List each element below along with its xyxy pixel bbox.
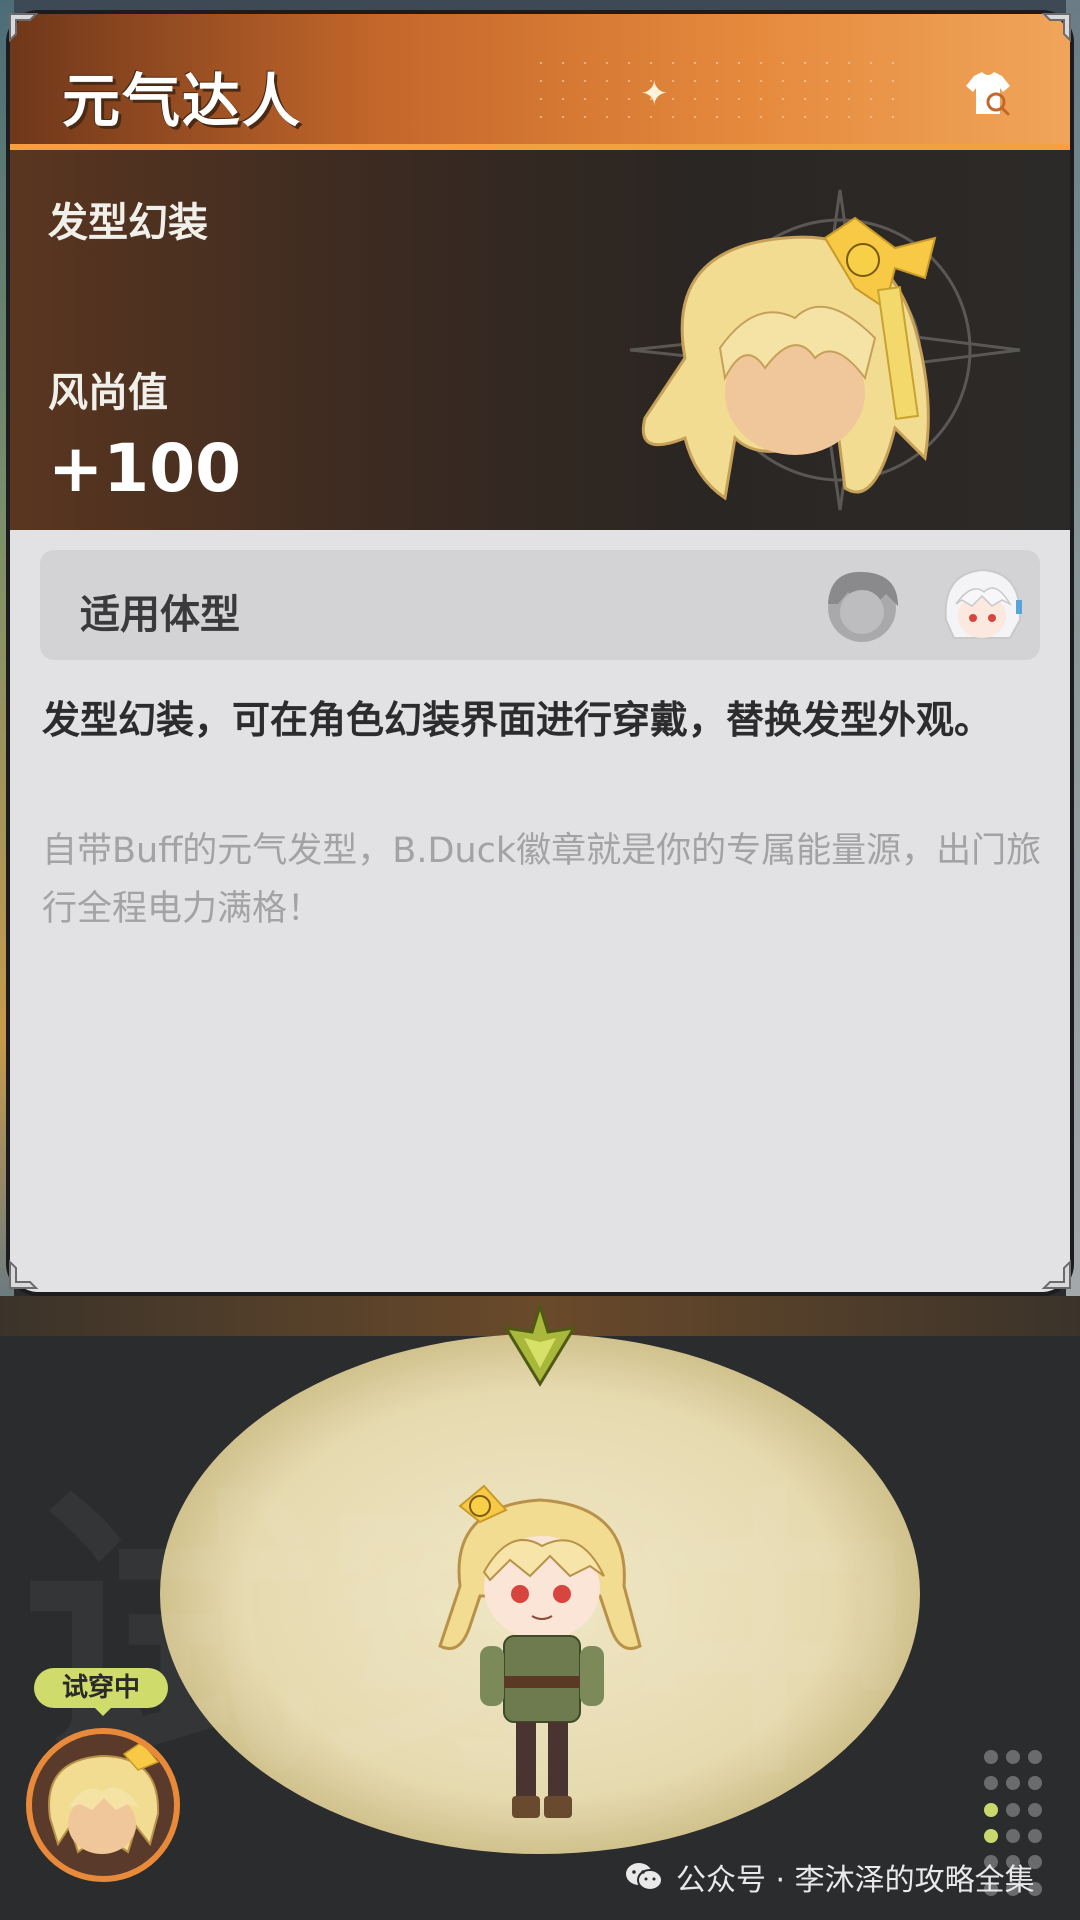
trying-on-badge: 试穿中 <box>34 1668 168 1708</box>
body-type-label: 适用体型 <box>80 592 240 638</box>
frame-corner-icon <box>9 13 39 43</box>
try-on-stage: 试穿中 试穿中 <box>0 1296 1080 1920</box>
down-arrow-icon <box>503 1302 577 1387</box>
character-model <box>438 1484 642 1818</box>
outfit-preview-icon[interactable] <box>960 66 1016 122</box>
equipped-hair-thumbnail[interactable] <box>26 1728 180 1882</box>
male-avatar-icon[interactable] <box>812 560 912 652</box>
fashion-value: +100 <box>48 430 242 507</box>
sparkle-icon: ✦ <box>640 74 669 114</box>
item-title: 元气达人 <box>62 67 303 135</box>
frame-corner-icon <box>1041 13 1071 43</box>
item-flavor-text: 自带Buff的元气发型，B.Duck徽章就是你的专属能量源，出门旅行全程电力满格… <box>42 831 1042 929</box>
wechat-icon <box>626 1863 663 1891</box>
watermark-text: 公众号 · 李沐泽的攻略全集 <box>676 1863 1035 1898</box>
item-description: 发型幻装，可在角色幻装界面进行穿戴，替换发型外观。 <box>42 698 993 742</box>
header-starfield <box>530 54 910 134</box>
female-avatar-icon[interactable] <box>932 560 1032 652</box>
frame-corner-icon <box>1041 1259 1071 1289</box>
frame-corner-icon <box>9 1259 39 1289</box>
hairstyle-thumbnail-icon <box>48 1740 160 1854</box>
item-hero: 发型幻装 风尚值 +100 <box>10 150 1070 530</box>
watermark: 公众号 · 李沐泽的攻略全集 <box>624 1852 1035 1902</box>
card-header: ✦ 元气达人 <box>10 14 1070 150</box>
fashion-value-label: 风尚值 <box>48 370 168 416</box>
item-type: 发型幻装 <box>48 200 208 246</box>
item-detail-card: ✦ 元气达人 发型幻装 风尚值 +100 适用体型 发型幻装，可在角色幻装界面进… <box>10 14 1070 1292</box>
hairstyle-preview-icon <box>642 216 937 501</box>
body-type-panel: 适用体型 <box>40 550 1040 660</box>
badge-pointer <box>93 1706 113 1716</box>
